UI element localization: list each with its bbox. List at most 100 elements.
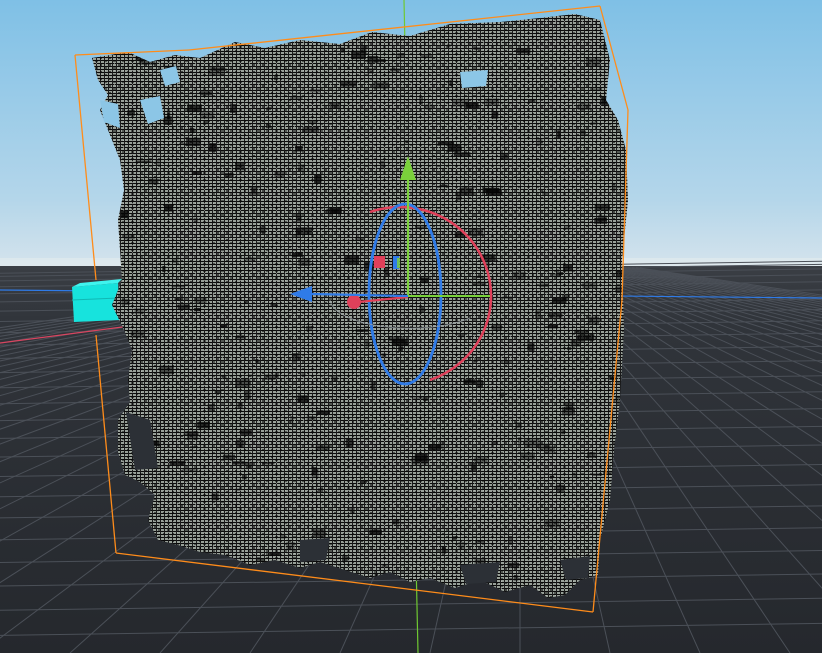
mesh-clump [415,226,427,229]
mesh-clump [167,112,171,120]
mesh-clump [556,269,560,278]
mesh-clump [594,217,607,224]
mesh-clump [474,456,488,464]
mesh-clump [499,392,505,397]
mesh-clump [425,104,432,110]
mesh-clump [315,445,330,451]
scene-canvas[interactable] [0,0,822,653]
mesh-clump [189,446,198,449]
mesh-clump [549,475,555,478]
mesh-clump [528,99,536,103]
mesh-clump [507,562,520,569]
mesh-clump [232,461,246,465]
mesh-clump [255,558,266,562]
mesh-clump [350,507,355,513]
mesh-clump [557,130,561,139]
mesh-clump [235,379,251,388]
mesh-clump [587,316,600,324]
mesh-clump [361,45,367,53]
mesh-clump [452,98,469,107]
mesh-clump [242,474,247,480]
mesh-clump [447,144,462,152]
mesh-clump [593,473,602,476]
mesh-clump [392,519,400,525]
mesh-clump [420,55,432,59]
mesh-clump [513,575,519,581]
mesh-clump [270,303,278,307]
mesh-clump [380,160,386,169]
mesh-clump [413,396,424,400]
mesh-clump [381,565,389,568]
mesh-clump [539,283,549,288]
mesh-clump [237,402,243,409]
mesh-clump [377,59,386,63]
mesh-clump [311,468,319,478]
mesh-clump [391,338,408,347]
mesh-clump [564,226,571,230]
mesh-clump [306,416,316,421]
mesh-clump [259,226,266,234]
mesh-clump [248,374,254,377]
point-cloud-mesh[interactable] [92,14,632,598]
mesh-clump [398,346,403,351]
mesh-clump [291,252,303,257]
mesh-clump [301,372,306,377]
mesh-clump [552,273,562,276]
mesh-clump [313,529,326,538]
mesh-clump [404,140,409,144]
mesh-clump [537,138,543,146]
xy-plane-handle[interactable] [374,256,385,268]
mesh-clump [194,307,201,312]
mesh-clump [503,360,509,365]
mesh-clump [120,210,129,219]
mesh-clump [516,48,531,54]
mesh-clump [123,234,135,240]
mesh-clump [459,187,474,196]
mesh-clump [316,410,331,415]
mesh-clump [475,540,485,543]
mesh-clump [209,143,216,152]
mesh-clump [298,258,311,267]
mesh-clump [590,121,598,125]
xz-plane-handle[interactable] [397,258,400,268]
mesh-clump [485,98,500,106]
mesh-clump [363,287,367,294]
mesh-clump [187,430,199,440]
mesh-clump [179,142,187,145]
mesh-clump [236,335,244,339]
mesh-clump [500,152,508,160]
mesh-clump [274,171,285,178]
mesh-clump [452,536,457,540]
mesh-clump [591,88,600,91]
mesh-clump [515,422,522,429]
mesh-clump [580,130,586,137]
mesh-clump [189,128,195,134]
mesh-clump [381,353,387,358]
3d-viewport[interactable] [0,0,822,653]
mesh-clump [121,298,130,305]
mesh-clump [306,325,313,332]
mesh-clump [230,104,237,113]
mesh-clump [547,325,559,329]
mesh-clump [164,204,174,212]
mesh-clump [155,159,161,166]
mesh-clump [573,472,578,478]
mesh-clump [594,203,610,211]
mesh-clump [341,47,345,53]
mesh-clump [449,80,453,87]
mesh-clump [200,112,215,119]
mesh-clump [491,111,499,119]
mesh-clump [361,480,367,484]
mesh-clump [331,376,338,382]
mesh-clump [615,395,621,403]
mesh-clump [265,124,271,129]
mesh-clump [148,178,159,185]
mesh-clump [236,439,244,448]
mesh-clump [527,343,535,351]
mesh-clump [302,127,320,133]
mesh-clump [177,304,190,310]
mesh-clump [135,160,152,163]
mesh-clump [447,44,451,48]
mesh-clump [428,444,441,451]
mesh-clump [344,255,360,264]
